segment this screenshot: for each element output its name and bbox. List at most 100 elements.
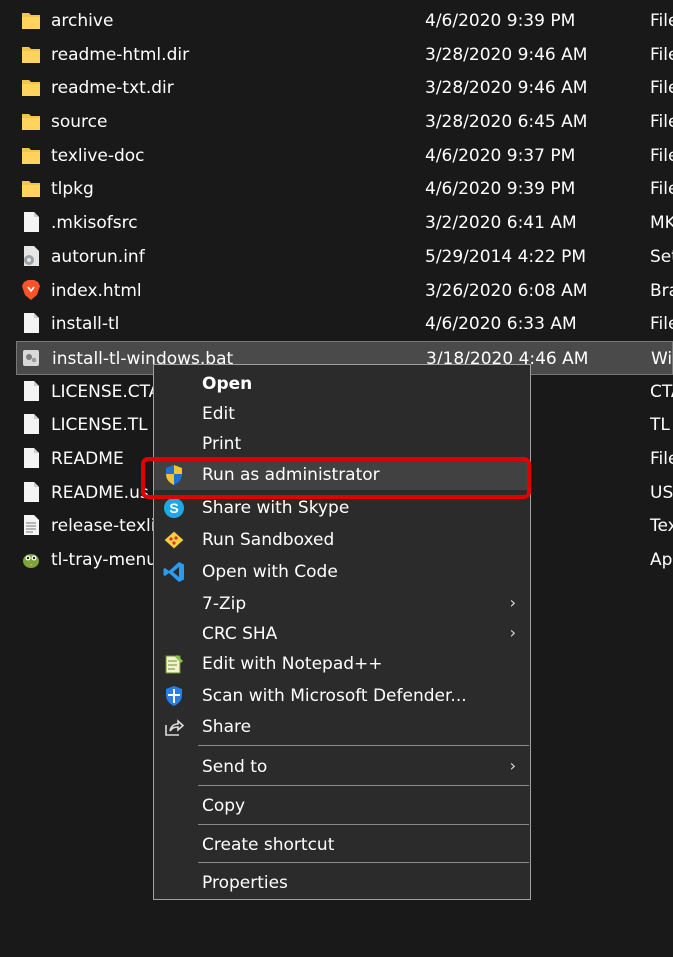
menu-item-edit[interactable]: Edit [154, 399, 530, 429]
context-menu: Open Edit Print Run as administrator S S… [153, 364, 531, 900]
file-icon [21, 413, 41, 435]
menu-item-run-sandboxed[interactable]: Run Sandboxed [154, 525, 530, 555]
menu-item-label: 7-Zip [202, 594, 247, 614]
brave-icon [21, 279, 41, 301]
file-type: File [650, 179, 673, 200]
folder-icon [21, 9, 41, 31]
menu-item-label: Share with Skype [202, 498, 350, 518]
chevron-right-icon: › [509, 623, 516, 642]
red-highlight-annotation [141, 457, 531, 499]
file-name: tlpkg [51, 179, 94, 200]
file-date-modified: 3/2/2020 6:41 AM [425, 213, 577, 234]
menu-item-properties[interactable]: Properties [154, 868, 530, 898]
file-icon [21, 380, 41, 402]
menu-item-label: Edit [202, 404, 235, 424]
file-date-modified: 3/28/2020 9:46 AM [425, 78, 588, 99]
file-name: readme-html.dir [51, 44, 190, 65]
menu-item-send-to[interactable]: Send to › [154, 752, 530, 782]
file-row[interactable]: install-tl 4/6/2020 6:33 AM File [0, 307, 673, 341]
menu-item-label: Run Sandboxed [202, 530, 335, 550]
file-row[interactable]: autorun.inf 5/29/2014 4:22 PM Set [0, 240, 673, 274]
file-icon [21, 211, 41, 233]
menu-item-label: Copy [202, 796, 246, 816]
file-row[interactable]: .mkisofsrc 3/2/2020 6:41 AM MK [0, 206, 673, 240]
file-type: File [650, 44, 673, 65]
menu-item-label: Share [202, 717, 252, 737]
file-name: source [51, 112, 108, 133]
file-row[interactable]: tlpkg 4/6/2020 9:39 PM File [0, 172, 673, 206]
file-icon [21, 447, 41, 469]
file-icon [21, 481, 41, 503]
chevron-right-icon: › [509, 756, 516, 775]
svg-text:S: S [169, 500, 178, 516]
chevron-right-icon: › [509, 593, 516, 612]
file-date-modified: 4/6/2020 9:37 PM [425, 145, 576, 166]
settings-file-icon [21, 245, 41, 267]
file-type: File [650, 448, 673, 469]
file-name: release-texli [51, 516, 156, 537]
file-row[interactable]: source 3/28/2020 6:45 AM File [0, 105, 673, 139]
menu-item-create-shortcut[interactable]: Create shortcut [154, 830, 530, 860]
menu-item-scan-with-defender[interactable]: Scan with Microsoft Defender... [154, 681, 530, 711]
menu-item-label: Edit with Notepad++ [202, 654, 383, 674]
file-name: README.us [51, 482, 149, 503]
menu-separator [198, 745, 529, 746]
sandboxie-icon [162, 528, 186, 552]
menu-separator [198, 785, 529, 786]
file-name: README [51, 448, 124, 469]
menu-item-7zip[interactable]: 7-Zip › [154, 589, 530, 619]
file-row[interactable]: texlive-doc 4/6/2020 9:37 PM File [0, 139, 673, 173]
menu-separator [198, 862, 529, 863]
menu-item-print[interactable]: Print [154, 429, 530, 459]
file-date-modified: 3/28/2020 9:46 AM [425, 44, 588, 65]
file-type: Ap [650, 550, 673, 570]
menu-separator [198, 824, 529, 825]
file-date-modified: 3/28/2020 6:45 AM [425, 112, 588, 133]
file-name: texlive-doc [51, 145, 145, 166]
file-type: File [650, 314, 673, 335]
menu-item-crc-sha[interactable]: CRC SHA › [154, 619, 530, 649]
file-type: Set [650, 246, 673, 267]
file-date-modified: 4/6/2020 9:39 PM [425, 11, 576, 31]
menu-item-open[interactable]: Open [154, 369, 530, 399]
menu-item-label: Properties [202, 873, 288, 893]
file-row[interactable]: archive 4/6/2020 9:39 PM File [0, 4, 673, 38]
file-type: TL [650, 415, 670, 436]
menu-item-open-with-code[interactable]: Open with Code [154, 557, 530, 587]
menu-item-label: CRC SHA [202, 624, 278, 644]
file-row[interactable]: index.html 3/26/2020 6:08 AM Bra [0, 274, 673, 308]
app-icon [21, 548, 41, 570]
file-name: tl-tray-menu [51, 550, 158, 570]
file-type: CTA [650, 381, 673, 402]
file-name: install-tl [51, 314, 120, 335]
file-name: autorun.inf [51, 246, 145, 267]
menu-item-share[interactable]: Share [154, 712, 530, 742]
file-type: MK [650, 213, 673, 234]
file-type: Tex [650, 516, 673, 537]
file-type: File [650, 145, 673, 166]
file-icon [21, 312, 41, 334]
menu-item-label: Scan with Microsoft Defender... [202, 686, 467, 706]
folder-icon [21, 177, 41, 199]
menu-item-label: Open [202, 374, 253, 394]
share-icon [162, 715, 186, 739]
file-type: File [650, 11, 673, 31]
file-name: index.html [51, 280, 142, 301]
folder-icon [21, 144, 41, 166]
file-type: File [650, 112, 673, 133]
menu-item-edit-with-notepadpp[interactable]: Edit with Notepad++ [154, 649, 530, 679]
file-name: LICENSE.CTA [51, 381, 161, 402]
file-row[interactable]: readme-html.dir 3/28/2020 9:46 AM File [0, 38, 673, 72]
vscode-icon [162, 560, 186, 584]
menu-item-label: Create shortcut [202, 835, 335, 855]
file-date-modified: 3/26/2020 6:08 AM [425, 280, 588, 301]
file-name: LICENSE.TL [51, 415, 148, 436]
file-row[interactable]: readme-txt.dir 3/28/2020 9:46 AM File [0, 71, 673, 105]
menu-item-copy[interactable]: Copy [154, 791, 530, 821]
file-date-modified: 5/29/2014 4:22 PM [425, 246, 587, 267]
file-date-modified: 4/6/2020 9:39 PM [425, 179, 576, 200]
file-type: Bra [650, 280, 673, 301]
folder-icon [21, 110, 41, 132]
defender-shield-icon [162, 684, 186, 708]
file-type: US [650, 482, 673, 503]
